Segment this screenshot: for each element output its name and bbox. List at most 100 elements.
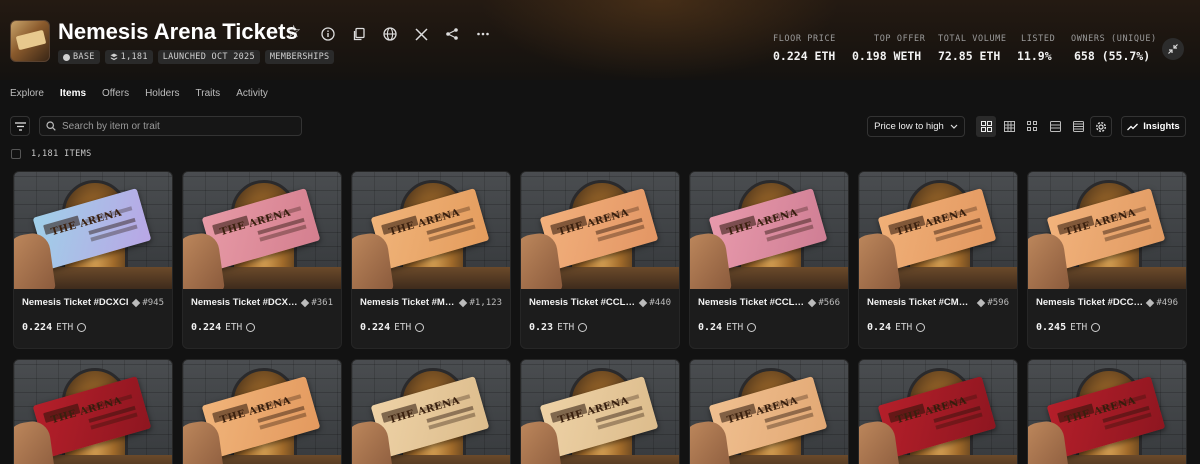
ticket-title: THE ARENA	[49, 395, 124, 427]
item-name: Nemesis Ticket #CCL…	[529, 297, 635, 308]
item-card[interactable]: THE ARENA Nemesis Ticket #DCC… #496 0.245 ET…	[1027, 171, 1187, 349]
item-image: THE ARENA	[14, 172, 172, 289]
chain-chip: BASE	[58, 50, 100, 64]
table-view-icon	[1072, 121, 1084, 132]
item-price: 0.224 ETH	[22, 322, 164, 333]
view-small-grid-button[interactable]	[1022, 116, 1042, 137]
ticket-title: THE ARENA	[218, 207, 293, 239]
item-card[interactable]: THE ARENA Nemesis Ticket #DCX… #361 0.224 ET…	[182, 171, 342, 349]
collection-header: Nemesis Arena Tickets ☆ BASE 1,181 LAUNC…	[0, 0, 1200, 80]
ticket-title: THE ARENA	[49, 207, 124, 239]
base-chain-icon	[246, 323, 256, 332]
items-count: 1,181 ITEMS	[31, 149, 92, 159]
item-card[interactable]: THE ARENA	[182, 359, 342, 464]
large-grid-icon	[980, 121, 992, 132]
collapse-arrows-icon	[1168, 44, 1178, 54]
insights-button[interactable]: Insights	[1121, 116, 1186, 137]
base-chain-icon	[747, 323, 757, 332]
ticket-title: THE ARENA	[894, 207, 969, 239]
item-image: THE ARENA	[14, 360, 172, 464]
items-stack-icon	[110, 53, 118, 61]
category-chip[interactable]: MEMBERSHIPS	[264, 50, 335, 64]
tab-explore[interactable]: Explore	[10, 88, 44, 99]
small-grid-icon	[1026, 121, 1037, 131]
item-price: 0.224 ETH	[360, 322, 502, 333]
rarity-diamond-icon	[1146, 298, 1155, 307]
ticket-title: THE ARENA	[894, 395, 969, 427]
info-icon[interactable]	[320, 26, 336, 42]
item-card[interactable]: THE ARENA Nemesis Ticket #M… #1,123 0.224 ET…	[351, 171, 511, 349]
more-options-icon[interactable]	[475, 26, 491, 42]
items-count-row: 1,181 ITEMS	[11, 149, 92, 159]
rarity-diamond-icon	[808, 298, 817, 307]
rarity-diamond-icon	[977, 298, 986, 307]
base-chain-icon	[77, 323, 87, 332]
rarity-diamond-icon	[301, 298, 310, 307]
item-name: Nemesis Ticket #DCX…	[191, 297, 298, 308]
view-medium-grid-button[interactable]	[999, 116, 1019, 137]
item-card[interactable]: THE ARENA	[520, 359, 680, 464]
ticket-title: THE ARENA	[556, 395, 631, 427]
sort-dropdown[interactable]: Price low to high	[867, 116, 965, 137]
tab-items[interactable]: Items	[60, 88, 86, 99]
item-card[interactable]: THE ARENA	[689, 359, 849, 464]
settings-button[interactable]	[1090, 116, 1112, 137]
stat-owners: OWNERS (UNIQUE) 658 (55.7%)	[1071, 34, 1157, 63]
collection-tabs: Explore Items Offers Holders Traits Acti…	[10, 88, 268, 99]
items-grid: THE ARENA Nemesis Ticket #DCXCI #945 0.224 E…	[13, 171, 1189, 464]
x-twitter-icon[interactable]	[413, 26, 429, 42]
view-table-button[interactable]	[1068, 116, 1088, 137]
item-price: 0.224 ETH	[191, 322, 333, 333]
item-image: THE ARENA	[521, 360, 679, 464]
trend-chart-icon	[1127, 123, 1139, 130]
item-card[interactable]: THE ARENA	[351, 359, 511, 464]
filter-toggle-button[interactable]	[10, 116, 30, 136]
item-image: THE ARENA	[352, 360, 510, 464]
ticket-title: THE ARENA	[387, 207, 462, 239]
filter-icon	[14, 121, 26, 131]
item-card[interactable]: THE ARENA	[1027, 359, 1187, 464]
item-image: THE ARENA	[690, 360, 848, 464]
tab-traits[interactable]: Traits	[196, 88, 221, 99]
globe-icon[interactable]	[382, 26, 398, 42]
gear-icon	[1095, 121, 1107, 132]
item-name: Nemesis Ticket #CM…	[867, 297, 969, 308]
select-all-checkbox[interactable]	[11, 149, 21, 159]
item-card[interactable]: THE ARENA Nemesis Ticket #CCL… #566 0.24 ETH	[689, 171, 849, 349]
copy-icon[interactable]	[351, 26, 367, 42]
item-card[interactable]: THE ARENA Nemesis Ticket #DCXCI #945 0.224 E…	[13, 171, 173, 349]
share-icon[interactable]	[444, 26, 460, 42]
item-image: THE ARENA	[521, 172, 679, 289]
item-rank: #496	[1146, 298, 1178, 308]
item-name: Nemesis Ticket #DCXCI	[22, 297, 129, 308]
ticket-title: THE ARENA	[218, 395, 293, 427]
item-name: Nemesis Ticket #CCL…	[698, 297, 804, 308]
view-list-button[interactable]	[1045, 116, 1065, 137]
rarity-diamond-icon	[639, 298, 648, 307]
item-image: THE ARENA	[1028, 172, 1186, 289]
tab-offers[interactable]: Offers	[102, 88, 129, 99]
view-large-grid-button[interactable]	[976, 116, 996, 137]
chevron-down-icon	[950, 124, 958, 129]
item-price: 0.245 ETH	[1036, 322, 1178, 333]
item-image: THE ARENA	[859, 172, 1017, 289]
item-image: THE ARENA	[690, 172, 848, 289]
collection-avatar	[10, 20, 50, 62]
item-card[interactable]: THE ARENA Nemesis Ticket #CM… #596 0.24 ETH	[858, 171, 1018, 349]
view-mode-switcher	[976, 116, 1088, 137]
item-name: Nemesis Ticket #M…	[360, 297, 455, 308]
base-chain-icon	[415, 323, 425, 332]
search-input[interactable]	[62, 120, 292, 132]
ticket-title: THE ARENA	[556, 207, 631, 239]
base-chain-icon	[63, 53, 70, 61]
item-card[interactable]: THE ARENA	[858, 359, 1018, 464]
stat-total-volume: TOTAL VOLUME 72.85 ETH	[938, 34, 1007, 63]
tab-holders[interactable]: Holders	[145, 88, 179, 99]
tab-activity[interactable]: Activity	[236, 88, 268, 99]
item-card[interactable]: THE ARENA	[13, 359, 173, 464]
favorite-star-icon[interactable]: ☆	[286, 22, 301, 42]
ticket-title: THE ARENA	[1063, 395, 1138, 427]
item-card[interactable]: THE ARENA Nemesis Ticket #CCL… #440 0.23 ETH	[520, 171, 680, 349]
search-box[interactable]	[39, 116, 302, 136]
collapse-header-button[interactable]	[1162, 38, 1184, 60]
